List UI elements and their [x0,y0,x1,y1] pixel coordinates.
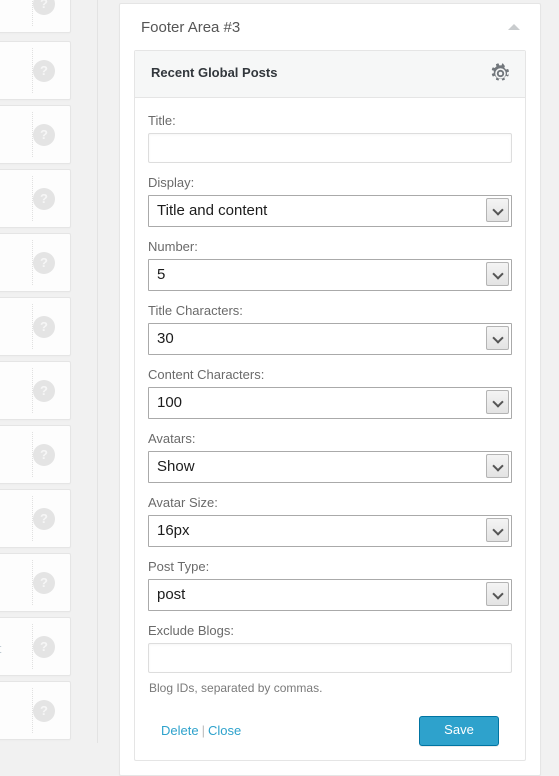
save-button[interactable]: Save [419,716,499,746]
question-mark-icon: ? [33,379,55,402]
field-exclude_blogs: Exclude Blogs: [148,622,512,673]
widget-footer: Delete | Close Save [148,708,512,760]
input-exclude_blogs[interactable] [148,643,512,673]
left-widget-card[interactable]: ? [0,681,71,740]
field-list: Title: Display: Title and content Number: 5 T… [148,112,512,673]
left-widget-card[interactable]: ? [0,425,71,484]
question-mark-icon: ? [33,507,55,530]
field-number: Number: 5 [148,238,512,291]
left-widget-card[interactable]: ? [0,41,71,100]
left-widget-card[interactable]: ? [0,169,71,228]
field-content_characters: Content Characters: 100 [148,366,512,419]
field-avatar_size: Avatar Size: 16px [148,494,512,547]
select-display[interactable]: Title and content [148,195,512,227]
select-post_type[interactable]: post [148,579,512,611]
left-widget-card[interactable]: ? [0,553,71,612]
column-divider [97,0,98,743]
triangle-up-icon[interactable] [506,22,522,34]
gear-icon[interactable] [490,63,511,84]
chevron-down-icon[interactable] [486,262,509,286]
input-title[interactable] [148,133,512,163]
select-avatars[interactable]: Show [148,451,512,483]
field-display: Display: Title and content [148,174,512,227]
widget-title: Recent Global Posts [151,65,278,80]
widget-settings-form: Title: Display: Title and content Number: 5 T… [135,98,525,760]
question-mark-icon: ? [33,187,55,210]
field-title: Title: [148,112,512,163]
exclude-blogs-help: Blog IDs, separated by commas. [149,681,323,695]
left-widget-card[interactable]: ? [0,105,71,164]
question-mark-icon: ? [33,123,55,146]
left-widget-column: ???????????? st [0,0,97,743]
widgets-screen: ???????????? st Footer Area #3 Recent Gl… [0,0,559,776]
chevron-down-icon[interactable] [486,326,509,350]
delete-link[interactable]: Delete [161,723,199,738]
select-value-avatars: Show [157,458,195,475]
question-mark-icon: ? [33,251,55,274]
select-value-avatar_size: 16px [157,522,190,539]
field-post_type: Post Type: post [148,558,512,611]
chevron-down-icon[interactable] [486,390,509,414]
left-widget-card[interactable]: ? [0,233,71,292]
select-value-title_characters: 30 [157,330,174,347]
select-number[interactable]: 5 [148,259,512,291]
chevron-down-icon[interactable] [486,454,509,478]
left-widget-card[interactable]: ? [0,0,71,33]
link-separator: | [201,723,205,738]
left-widget-card[interactable]: ? [0,489,71,548]
label-title: Title: [148,113,176,128]
label-avatar_size: Avatar Size: [148,495,218,510]
select-value-display: Title and content [157,202,268,219]
sidebar-panel-header[interactable]: Footer Area #3 [120,4,540,50]
label-content_characters: Content Characters: [148,367,265,382]
select-avatar_size[interactable]: 16px [148,515,512,547]
question-mark-icon: ? [33,443,55,466]
select-content_characters[interactable]: 100 [148,387,512,419]
select-title_characters[interactable]: 30 [148,323,512,355]
question-mark-icon: ? [33,315,55,338]
field-title_characters: Title Characters: 30 [148,302,512,355]
chevron-down-icon[interactable] [486,518,509,542]
label-title_characters: Title Characters: [148,303,243,318]
question-mark-icon: ? [33,571,55,594]
triangle-up-glyph [508,24,520,30]
cut-off-text: st [0,641,2,656]
label-exclude_blogs: Exclude Blogs: [148,623,234,638]
question-mark-icon: ? [33,635,55,658]
widget-header[interactable]: Recent Global Posts [135,51,525,98]
question-mark-icon: ? [33,59,55,82]
sidebar-panel-footer-area-3: Footer Area #3 Recent Global Posts Title… [119,3,541,776]
left-widget-card[interactable]: ? [0,361,71,420]
question-mark-icon: ? [33,699,55,722]
select-value-post_type: post [157,586,186,603]
label-avatars: Avatars: [148,431,196,446]
sidebar-panel-title: Footer Area #3 [141,19,241,36]
select-value-number: 5 [157,266,166,283]
field-avatars: Avatars: Show [148,430,512,483]
chevron-down-icon[interactable] [486,198,509,222]
widget-recent-global-posts: Recent Global Posts Title: Display: Title … [134,50,526,761]
chevron-down-icon[interactable] [486,582,509,606]
select-value-content_characters: 100 [157,394,183,411]
close-link[interactable]: Close [208,723,241,738]
label-display: Display: [148,175,195,190]
left-widget-card[interactable]: ? [0,617,71,676]
label-number: Number: [148,239,198,254]
label-post_type: Post Type: [148,559,210,574]
question-mark-icon: ? [33,0,55,15]
widget-footer-links: Delete | Close [161,722,241,740]
left-widget-card[interactable]: ? [0,297,71,356]
